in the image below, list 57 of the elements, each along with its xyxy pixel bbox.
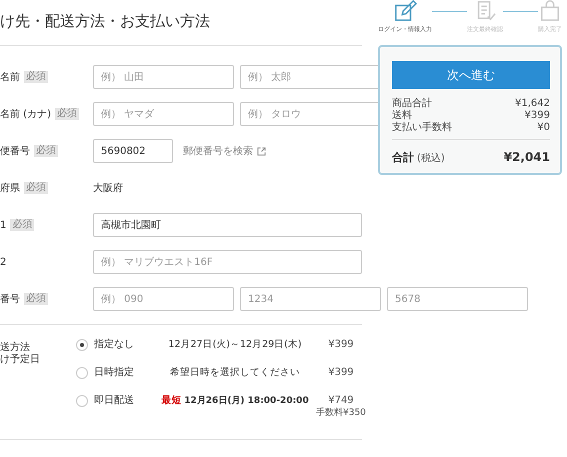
required-badge: 必須 — [24, 71, 48, 83]
input-field[interactable]: 例） マリブウエスト16F — [93, 250, 362, 274]
fee-text: 手数料¥350 — [316, 407, 366, 419]
field-label: 番号 — [0, 292, 20, 306]
required-badge: 必須 — [24, 293, 48, 305]
required-badge: 必須 — [10, 219, 34, 231]
postal-search-link[interactable]: 郵便番号を検索 — [183, 144, 253, 158]
next-button[interactable]: 次へ進む — [392, 61, 550, 89]
input-field[interactable]: 例） タロウ — [240, 102, 381, 126]
summary-value: ¥399 — [524, 110, 550, 122]
delivery-date: 12月27日(火)～12月29日(木) — [168, 339, 302, 350]
radio-button[interactable] — [76, 339, 88, 351]
delivery-date: 希望日時を選択してください — [170, 367, 300, 378]
price: ¥399 — [328, 339, 354, 351]
input-field[interactable]: 5690802 — [93, 139, 173, 163]
field-label: 名前 (カナ) — [0, 108, 51, 121]
delivery-date: 12月26日(月) 18:00-20:00 — [184, 396, 309, 406]
input-field[interactable]: 例） 山田 — [93, 65, 234, 89]
radio-button[interactable] — [76, 367, 88, 379]
option-label[interactable]: 指定なし — [94, 339, 154, 351]
tax-note: (税込) — [417, 153, 445, 164]
required-badge: 必須 — [24, 182, 48, 194]
price: ¥399 — [328, 367, 354, 379]
page-title: け先・配送方法・お支払い方法 — [0, 12, 211, 32]
section-label: 送方法 — [0, 342, 31, 354]
field-label: 2 — [0, 256, 6, 268]
field-label: 名前 — [0, 71, 20, 84]
input-field[interactable]: 例） ヤマダ — [93, 102, 234, 126]
section-label: け予定日 — [0, 354, 41, 366]
option-label[interactable]: 日時指定 — [94, 367, 154, 379]
summary-value: ¥0 — [537, 122, 550, 134]
field-value: 大阪府 — [93, 182, 123, 195]
option-label[interactable]: 即日配送 — [94, 395, 154, 407]
summary-label: 支払い手数料 — [392, 122, 452, 134]
bag-icon — [538, 0, 562, 22]
step-connector — [503, 11, 538, 12]
input-field[interactable]: 1234 — [240, 287, 381, 311]
price: ¥749 — [328, 395, 354, 407]
summary-label: 送料 — [392, 110, 412, 122]
total-value: ¥2,041 — [504, 150, 550, 164]
radio-button[interactable] — [76, 395, 88, 407]
external-link-icon[interactable] — [257, 146, 266, 156]
required-badge: 必須 — [54, 108, 79, 120]
pencil-icon — [393, 0, 417, 22]
input-field[interactable]: 例） 090 — [93, 287, 234, 311]
input-field[interactable]: 例） 太郎 — [240, 65, 381, 89]
total-label: 合計 — [392, 151, 414, 164]
summary-label: 商品合計 — [392, 98, 432, 110]
field-label: 府県 — [0, 182, 20, 195]
input-field[interactable]: 5678 — [387, 287, 528, 311]
input-field[interactable]: 高槻市北園町 — [93, 213, 362, 237]
required-badge: 必須 — [34, 145, 58, 157]
field-label: 便番号 — [0, 144, 30, 158]
summary-value: ¥1,642 — [515, 98, 550, 110]
field-label: 1 — [0, 220, 6, 230]
step-connector — [432, 11, 467, 12]
fastest-tag: 最短 — [161, 395, 182, 406]
